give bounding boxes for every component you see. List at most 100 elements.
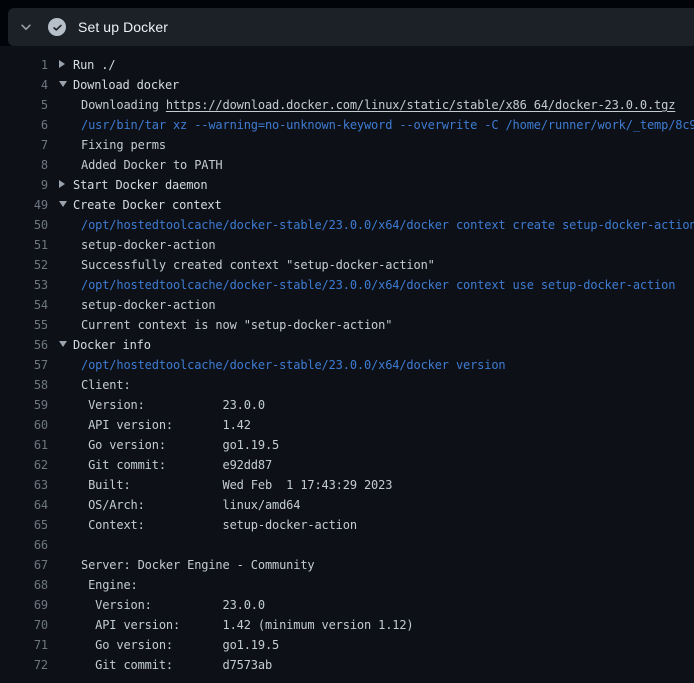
line-number[interactable]: 59 [8, 395, 48, 415]
line-number[interactable]: 63 [8, 475, 48, 495]
log-line: 54 setup-docker-action [0, 295, 694, 315]
line-number[interactable]: 53 [8, 275, 48, 295]
log-text: Version: 23.0.0 [59, 595, 694, 615]
log-text: Git commit: e92dd87 [59, 455, 694, 475]
log-line: 69 Version: 23.0.0 [0, 595, 694, 615]
log-line: 9 Start Docker daemon [0, 175, 694, 195]
log-text: Successfully created context "setup-dock… [59, 255, 694, 275]
log-line: 64 OS/Arch: linux/amd64 [0, 495, 694, 515]
log-line: 65 Context: setup-docker-action [0, 515, 694, 535]
line-number[interactable]: 54 [8, 295, 48, 315]
log-text: setup-docker-action [59, 235, 694, 255]
line-number[interactable]: 9 [8, 175, 48, 195]
log-line: 72 Git commit: d7573ab [0, 655, 694, 675]
line-number[interactable]: 65 [8, 515, 48, 535]
log-area: 1 Run ./ 4 Download docker 5 Downloading http… [0, 46, 694, 675]
line-number[interactable]: 61 [8, 435, 48, 455]
log-text: Go version: go1.19.5 [59, 635, 694, 655]
log-text: /usr/bin/tar xz --warning=no-unknown-key… [59, 115, 694, 135]
line-number[interactable]: 51 [8, 235, 48, 255]
log-text: /opt/hostedtoolcache/docker-stable/23.0.… [59, 275, 694, 295]
log-text: Downloading https://download.docker.com/… [59, 95, 694, 115]
group-title: Create Docker context [73, 198, 222, 212]
log-line: 62 Git commit: e92dd87 [0, 455, 694, 475]
log-line: 57/opt/hostedtoolcache/docker-stable/23.… [0, 355, 694, 375]
check-circle-icon [48, 18, 66, 36]
triangle-down-icon[interactable] [59, 335, 73, 355]
log-text: Current context is now "setup-docker-act… [59, 315, 694, 335]
log-text: setup-docker-action [59, 295, 694, 315]
line-number[interactable]: 67 [8, 555, 48, 575]
line-number[interactable]: 8 [8, 155, 48, 175]
log-line: 5 Downloading https://download.docker.com… [0, 95, 694, 115]
log-text[interactable]: Create Docker context [59, 195, 694, 215]
log-text: Server: Docker Engine - Community [59, 555, 694, 575]
log-line: 51 setup-docker-action [0, 235, 694, 255]
line-number[interactable]: 69 [8, 595, 48, 615]
log-line: 49 Create Docker context [0, 195, 694, 215]
log-line: 67 Server: Docker Engine - Community [0, 555, 694, 575]
triangle-down-icon[interactable] [59, 195, 73, 215]
line-number[interactable]: 71 [8, 635, 48, 655]
step-title: Set up Docker [78, 19, 168, 35]
line-number[interactable]: 55 [8, 315, 48, 335]
log-line: 50/opt/hostedtoolcache/docker-stable/23.… [0, 215, 694, 235]
log-text: Fixing perms [59, 135, 694, 155]
line-number[interactable]: 50 [8, 215, 48, 235]
header-band: Set up Docker [0, 0, 694, 46]
log-text: Added Docker to PATH [59, 155, 694, 175]
log-text: Context: setup-docker-action [59, 515, 694, 535]
link-prefix-text: Downloading [81, 98, 166, 112]
line-number[interactable]: 49 [8, 195, 48, 215]
log-text: Engine: [59, 575, 694, 595]
log-text[interactable]: Run ./ [59, 55, 694, 75]
line-number[interactable]: 62 [8, 455, 48, 475]
triangle-down-icon[interactable] [59, 75, 73, 95]
line-number[interactable]: 66 [8, 535, 48, 555]
log-line: 66 [0, 535, 694, 555]
log-line: 56 Docker info [0, 335, 694, 355]
log-text[interactable]: Download docker [59, 75, 694, 95]
log-line: 53/opt/hostedtoolcache/docker-stable/23.… [0, 275, 694, 295]
line-number[interactable]: 72 [8, 655, 48, 675]
line-number[interactable]: 52 [8, 255, 48, 275]
log-link[interactable]: https://download.docker.com/linux/static… [166, 98, 675, 112]
line-number[interactable]: 1 [8, 55, 48, 75]
line-number[interactable]: 64 [8, 495, 48, 515]
log-text: Built: Wed Feb 1 17:43:29 2023 [59, 475, 694, 495]
line-number[interactable]: 58 [8, 375, 48, 395]
line-number[interactable]: 6 [8, 115, 48, 135]
group-title: Docker info [73, 338, 151, 352]
line-number[interactable]: 60 [8, 415, 48, 435]
line-number[interactable]: 5 [8, 95, 48, 115]
log-line: 61 Go version: go1.19.5 [0, 435, 694, 455]
group-title: Run ./ [73, 58, 115, 72]
log-line: 58Client: [0, 375, 694, 395]
line-number[interactable]: 56 [8, 335, 48, 355]
line-number[interactable]: 7 [8, 135, 48, 155]
line-number[interactable]: 68 [8, 575, 48, 595]
log-line: 7 Fixing perms [0, 135, 694, 155]
log-text[interactable]: Docker info [59, 335, 694, 355]
triangle-right-icon[interactable] [59, 55, 73, 75]
log-text: API version: 1.42 (minimum version 1.12) [59, 615, 694, 635]
step-header[interactable]: Set up Docker [8, 8, 694, 46]
log-text[interactable]: Start Docker daemon [59, 175, 694, 195]
triangle-right-icon[interactable] [59, 175, 73, 195]
group-title: Download docker [73, 78, 179, 92]
log-text: Go version: go1.19.5 [59, 435, 694, 455]
log-text: /opt/hostedtoolcache/docker-stable/23.0.… [59, 215, 694, 235]
line-number[interactable]: 4 [8, 75, 48, 95]
log-text: OS/Arch: linux/amd64 [59, 495, 694, 515]
log-line: 68 Engine: [0, 575, 694, 595]
chevron-down-icon[interactable] [18, 19, 34, 35]
log-line: 70 API version: 1.42 (minimum version 1.… [0, 615, 694, 635]
log-line: 60 API version: 1.42 [0, 415, 694, 435]
line-number[interactable]: 70 [8, 615, 48, 635]
log-line: 59 Version: 23.0.0 [0, 395, 694, 415]
log-line: 1 Run ./ [0, 55, 694, 75]
log-line: 63 Built: Wed Feb 1 17:43:29 2023 [0, 475, 694, 495]
log-text: Version: 23.0.0 [59, 395, 694, 415]
log-line: 71 Go version: go1.19.5 [0, 635, 694, 655]
line-number[interactable]: 57 [8, 355, 48, 375]
